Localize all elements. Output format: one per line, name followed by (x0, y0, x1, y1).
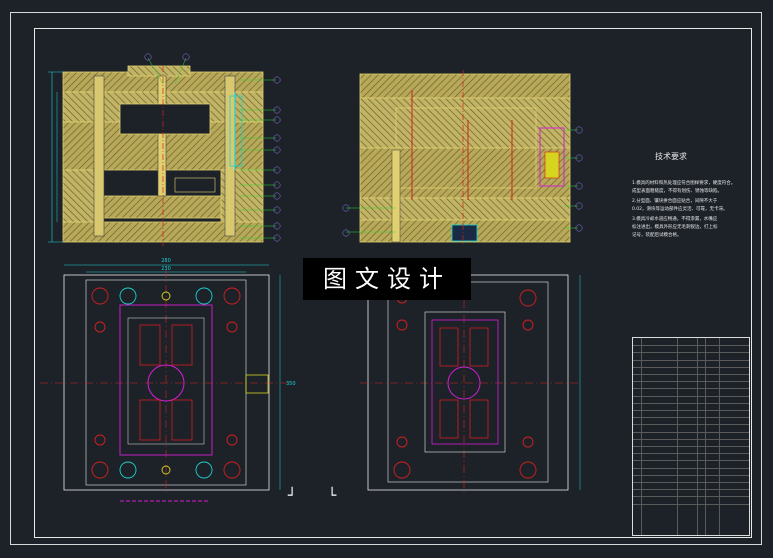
requirement-line: 0.02，滑块等运动部件应灵活、可靠，无卡滞。 (632, 207, 728, 212)
technical-requirements-title: 技术要求 (655, 152, 687, 161)
table-row-line (633, 467, 749, 469)
table-column-line (719, 338, 720, 535)
requirement-line: 记号，装配后试模合格。 (632, 233, 682, 238)
table-row-line (633, 460, 749, 462)
view-mark-left: ┘ (288, 488, 297, 504)
requirement-line: 1.模具的材料和热处理应符合图样要求，硬度符合。 (632, 181, 736, 186)
table-row-line (633, 381, 749, 383)
table-row-line (633, 410, 749, 411)
table-row-line (633, 345, 749, 347)
table-row-line (633, 503, 749, 505)
table-row-line (633, 359, 749, 361)
table-row-line (633, 482, 749, 483)
view-mark-right: └ (328, 488, 337, 504)
dimension-inner: 230 (161, 266, 171, 272)
table-column-line (705, 338, 706, 535)
dimension-top: 280 (161, 258, 171, 264)
table-row-line (633, 431, 749, 433)
plan-view-left (40, 264, 290, 502)
drawing-canvas: 280 230 350 图文设计 技术要求 1.模具的材料和热处理应符合图样要求… (0, 0, 773, 558)
table-row-line (633, 395, 749, 397)
table-column-line (697, 338, 698, 535)
table-row-line (633, 424, 749, 426)
requirement-line: 2.分型面、镶块拼合面应贴合，间隙不大于 (632, 199, 718, 204)
table-row-line (633, 446, 749, 447)
table-row-line (633, 453, 749, 455)
table-row-line (633, 352, 749, 354)
table-row-line (633, 366, 749, 368)
requirement-line: 3.模具冷却水道应畅通，不得渗漏，水嘴应 (632, 217, 718, 222)
table-row-line (633, 417, 749, 419)
table-row-line (633, 402, 749, 404)
table-row-line (633, 438, 749, 440)
requirement-line: 成型表面粗糙度，不得有划伤、锈蚀等缺陷。 (632, 189, 722, 194)
table-row-line (633, 489, 749, 491)
table-row-line (633, 374, 749, 375)
dimension-side: 350 (286, 381, 296, 387)
parts-list-table (632, 337, 750, 536)
section-view-right (342, 70, 583, 246)
table-row-line (633, 474, 749, 476)
table-row-line (633, 388, 749, 390)
table-row-line (633, 496, 749, 498)
plan-view-right (360, 270, 581, 495)
requirement-line: 标注进出，模具外形应无毛刺锐边，打上标 (632, 225, 718, 230)
watermark: 图文设计 (303, 258, 471, 300)
table-column-line (641, 338, 642, 535)
section-view-left (48, 65, 264, 246)
table-column-line (677, 338, 678, 535)
